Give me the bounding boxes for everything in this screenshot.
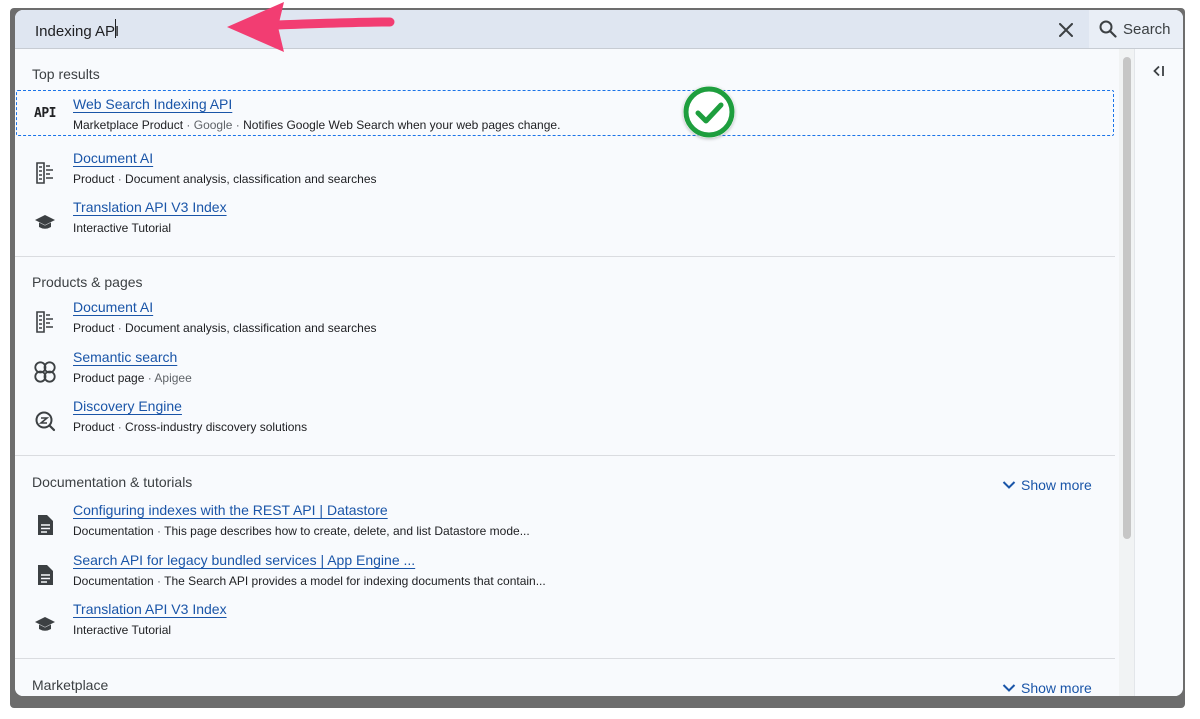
result-search-api-legacy[interactable]: Search API for legacy bundled services |… <box>15 549 1115 597</box>
search-input[interactable] <box>33 20 937 42</box>
result-title[interactable]: Web Search Indexing API <box>73 96 232 112</box>
graduation-cap-icon <box>33 210 57 234</box>
result-title[interactable]: Translation API V3 Index <box>73 601 227 617</box>
result-title[interactable]: Search API for legacy bundled services |… <box>73 552 415 568</box>
document-icon <box>33 513 57 537</box>
result-document-ai[interactable]: Document AI Product · Document analysis,… <box>15 147 1115 195</box>
result-title[interactable]: Semantic search <box>73 349 177 365</box>
show-more-docs-button[interactable]: Show more <box>1002 477 1092 493</box>
result-document-ai-product[interactable]: Document AI Product · Document analysis,… <box>15 296 1115 344</box>
result-description: Documentation · This page describes how … <box>73 524 530 538</box>
result-description: Product · Cross-industry discovery solut… <box>73 420 308 434</box>
search-button-label: Search <box>1123 20 1171 38</box>
chevron-down-icon <box>1002 481 1016 489</box>
section-title-docs-tutorials: Documentation & tutorials <box>32 474 193 490</box>
annotation-arrow-icon <box>227 2 395 52</box>
collapse-left-icon <box>1153 65 1164 77</box>
search-dialog: Search Top results API Web Search Indexi… <box>15 10 1183 696</box>
result-semantic-search[interactable]: Semantic search Product page · Apigee <box>15 346 1115 394</box>
collapse-panel-button[interactable] <box>1152 65 1166 80</box>
result-title[interactable]: Discovery Engine <box>73 398 182 414</box>
scrollbar-thumb[interactable] <box>1123 57 1131 539</box>
result-discovery-engine[interactable]: Discovery Engine Product · Cross-industr… <box>15 395 1115 443</box>
result-description: Product · Document analysis, classificat… <box>73 172 377 186</box>
result-description: Interactive Tutorial <box>73 221 172 235</box>
apigee-icon <box>33 360 57 384</box>
result-description: Documentation · The Search API provides … <box>73 574 546 588</box>
section-title-top-results: Top results <box>32 66 100 82</box>
search-button[interactable]: Search <box>1089 10 1183 48</box>
close-icon <box>1059 23 1073 37</box>
result-description: Marketplace Product · Google · Notifies … <box>73 118 561 132</box>
result-configuring-indexes[interactable]: Configuring indexes with the REST API | … <box>15 499 1115 547</box>
result-description: Interactive Tutorial <box>73 623 172 637</box>
result-title[interactable]: Document AI <box>73 299 153 315</box>
search-icon <box>1099 20 1117 38</box>
text-caret <box>115 19 116 38</box>
result-translation-api-v3-index-tutorial[interactable]: Translation API V3 Index Interactive Tut… <box>15 598 1115 646</box>
result-web-search-indexing-api[interactable]: API Web Search Indexing API Marketplace … <box>15 89 1115 137</box>
document-icon <box>33 563 57 587</box>
result-summary: Notifies Google Web Search when your web… <box>243 118 561 132</box>
section-divider <box>15 455 1115 456</box>
graduation-cap-icon <box>33 612 57 636</box>
clear-search-button[interactable] <box>1055 19 1077 41</box>
result-title[interactable]: Document AI <box>73 150 153 166</box>
result-title[interactable]: Translation API V3 Index <box>73 199 227 215</box>
section-title-marketplace: Marketplace <box>32 677 109 693</box>
document-ai-icon <box>33 161 57 185</box>
checkmark-badge-icon <box>683 86 735 138</box>
section-divider <box>15 658 1115 659</box>
results-list: Top results API Web Search Indexing API … <box>15 49 1118 696</box>
chevron-down-icon <box>1002 684 1016 692</box>
show-more-marketplace-button[interactable]: Show more <box>1002 680 1092 696</box>
document-ai-icon <box>33 310 57 334</box>
discovery-engine-icon <box>33 409 57 433</box>
section-divider <box>15 256 1115 257</box>
result-title[interactable]: Configuring indexes with the REST API | … <box>73 502 388 518</box>
result-translation-api-v3-index[interactable]: Translation API V3 Index Interactive Tut… <box>15 196 1115 244</box>
search-bar: Search <box>15 10 1183 49</box>
result-description: Product · Document analysis, classificat… <box>73 321 377 335</box>
side-panel <box>1134 49 1183 696</box>
api-icon: API <box>34 105 56 121</box>
result-type: Marketplace Product <box>73 118 184 132</box>
section-title-products-pages: Products & pages <box>32 274 143 290</box>
result-description: Product page · Apigee <box>73 371 192 385</box>
result-publisher: Google <box>193 118 233 132</box>
